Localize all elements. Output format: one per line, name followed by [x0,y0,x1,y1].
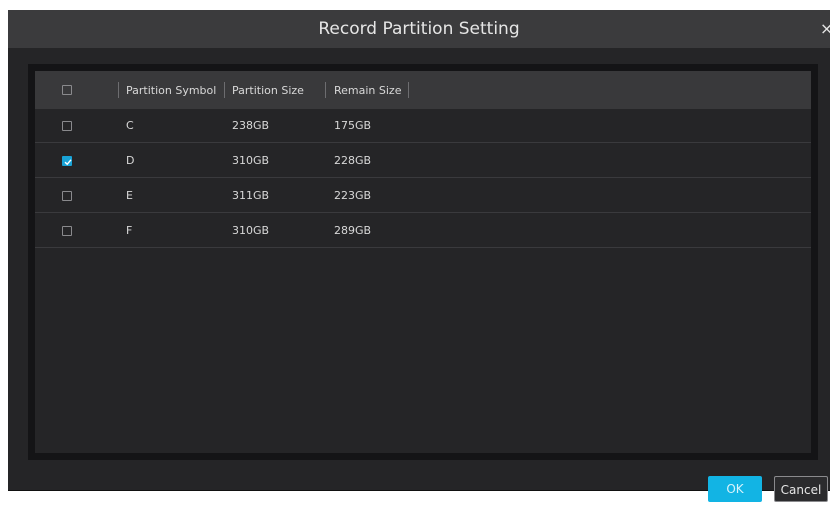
header-partition-symbol[interactable]: Partition Symbol [126,71,216,109]
dialog-title: Record Partition Setting [318,19,520,39]
table-row[interactable]: E 311GB 223GB [35,179,811,213]
cell-partition-symbol: C [126,119,134,132]
table-header: Partition Symbol Partition Size Remain S… [35,71,811,109]
cell-remain-size: 175GB [334,119,372,132]
partition-table-frame: Partition Symbol Partition Size Remain S… [28,64,818,460]
record-partition-dialog: Record Partition Setting × Partition Sym… [8,10,830,502]
partition-table: Partition Symbol Partition Size Remain S… [35,71,811,453]
table-row[interactable]: C 238GB 175GB [35,109,811,143]
select-all-checkbox[interactable] [62,85,72,95]
close-icon[interactable]: × [820,19,830,39]
table-row[interactable]: D 310GB 228GB [35,144,811,178]
cell-partition-symbol: E [126,189,133,202]
row-checkbox[interactable] [62,156,72,166]
cell-partition-symbol: D [126,154,135,167]
column-divider [408,82,409,98]
cell-partition-size: 310GB [232,224,270,237]
row-checkbox[interactable] [62,191,72,201]
header-partition-size[interactable]: Partition Size [232,71,304,109]
header-remain-size[interactable]: Remain Size [334,71,401,109]
cell-partition-size: 238GB [232,119,270,132]
ok-button[interactable]: OK [708,476,762,502]
row-checkbox[interactable] [62,121,72,131]
cancel-button[interactable]: Cancel [774,476,828,502]
table-row[interactable]: F 310GB 289GB [35,214,811,248]
checkmark-icon [64,159,72,166]
cell-partition-size: 310GB [232,154,270,167]
column-divider [118,82,119,98]
column-divider [224,82,225,98]
column-divider [325,82,326,98]
cell-remain-size: 223GB [334,189,372,202]
cell-remain-size: 289GB [334,224,372,237]
cell-partition-size: 311GB [232,189,270,202]
cell-partition-symbol: F [126,224,133,237]
row-checkbox[interactable] [62,226,72,236]
dialog-titlebar: Record Partition Setting × [8,10,830,48]
cell-remain-size: 228GB [334,154,372,167]
